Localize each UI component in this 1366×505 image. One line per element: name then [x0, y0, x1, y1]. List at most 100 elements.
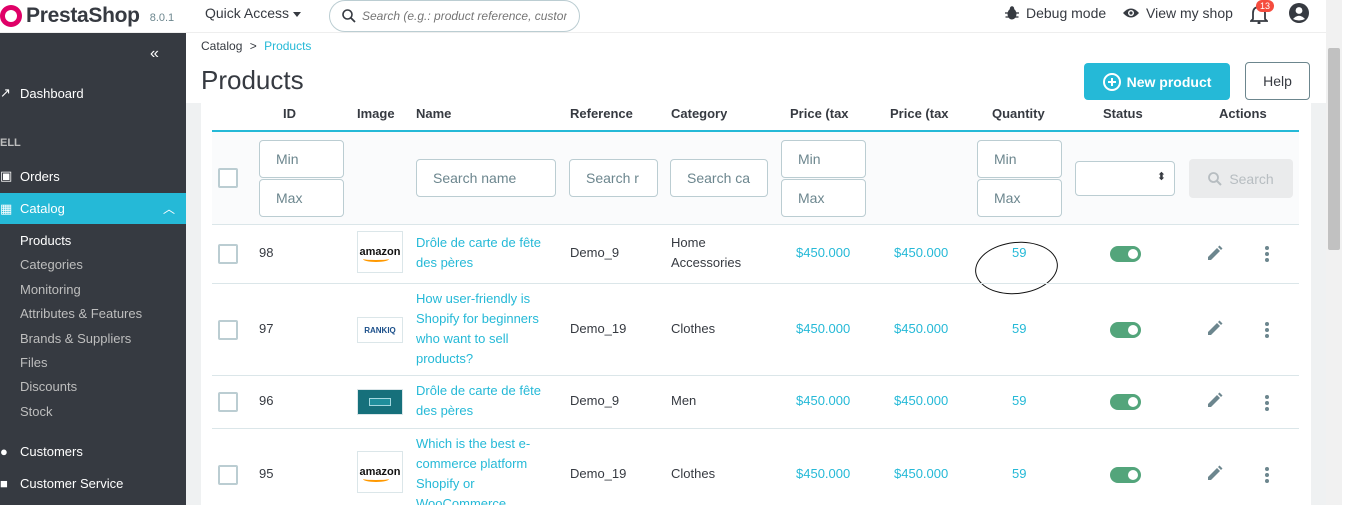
sidebar-item-customer-service[interactable]: ■ Customer Service	[0, 473, 186, 493]
edit-icon[interactable]	[1206, 392, 1223, 409]
row-divider	[212, 224, 1299, 225]
help-button[interactable]: Help	[1245, 62, 1310, 100]
sidebar-item-catalog[interactable]: ▦ Catalog ︿	[0, 193, 186, 224]
status-toggle[interactable]	[1110, 322, 1141, 338]
row-checkbox[interactable]	[218, 244, 238, 264]
col-header-reference[interactable]: Reference	[570, 106, 633, 122]
product-image[interactable]	[357, 389, 403, 415]
account-icon[interactable]	[1289, 3, 1309, 23]
sidebar-subitem-attributes[interactable]: Attributes & Features	[20, 306, 142, 321]
card-thumbnail	[369, 398, 391, 406]
name-filter[interactable]: Search name	[416, 159, 556, 197]
row-checkbox[interactable]	[218, 392, 238, 412]
quantity-min-filter[interactable]: Min	[977, 140, 1062, 178]
sidebar-item-label: Catalog	[20, 201, 65, 216]
row-price-incl[interactable]: $450.000	[894, 391, 948, 411]
col-header-price-excl[interactable]: Price (tax excl.)	[790, 106, 850, 122]
trend-icon: ↗	[0, 85, 11, 100]
search-icon	[342, 9, 356, 23]
category-filter[interactable]: Search ca	[670, 159, 768, 197]
name-line: products?	[416, 351, 474, 366]
status-toggle[interactable]	[1110, 394, 1141, 410]
price-max-filter[interactable]: Max	[781, 179, 866, 217]
new-product-button[interactable]: New product	[1084, 63, 1230, 100]
sidebar: « ↗ Dashboard ELL ▣ Orders ▦ Catalog ︿ Prod…	[0, 33, 186, 505]
sidebar-subitem-stock[interactable]: Stock	[20, 404, 53, 419]
row-price-incl[interactable]: $450.000	[894, 464, 948, 484]
more-actions-icon[interactable]	[1265, 246, 1269, 264]
sidebar-item-dashboard[interactable]: ↗ Dashboard	[0, 83, 186, 103]
status-toggle[interactable]	[1110, 467, 1141, 483]
product-image[interactable]: amazon	[357, 231, 403, 273]
row-quantity[interactable]: 59	[1012, 391, 1026, 411]
row-checkbox[interactable]	[218, 465, 238, 485]
global-search[interactable]	[329, 0, 580, 32]
sidebar-item-label: Customer Service	[20, 475, 124, 491]
more-actions-icon[interactable]	[1265, 395, 1269, 413]
row-reference: Demo_19	[570, 321, 627, 336]
name-line: who want to sell	[416, 331, 509, 346]
row-id: 96	[259, 393, 274, 408]
product-image[interactable]: RANKIQ	[357, 317, 403, 343]
quantity-max-filter[interactable]: Max	[977, 179, 1062, 217]
row-price-incl[interactable]: $450.000	[894, 243, 948, 263]
debug-mode-link[interactable]: Debug mode	[1004, 5, 1106, 21]
col-header-status[interactable]: Status	[1103, 106, 1143, 122]
edit-icon[interactable]	[1206, 320, 1223, 337]
search-button[interactable]: Search	[1189, 159, 1293, 198]
row-price-excl[interactable]: $450.000	[796, 243, 850, 263]
scrollbar-thumb[interactable]	[1328, 48, 1340, 250]
edit-icon[interactable]	[1206, 245, 1223, 262]
row-price-excl[interactable]: $450.000	[796, 464, 850, 484]
quick-access-menu[interactable]: Quick Access	[205, 5, 302, 21]
name-line: Shopify for beginners	[416, 311, 539, 326]
breadcrumb-products[interactable]: Products	[264, 39, 311, 53]
row-quantity[interactable]: 59	[1012, 319, 1026, 339]
row-price-excl[interactable]: $450.000	[796, 319, 850, 339]
col-header-id[interactable]: ID	[283, 106, 296, 122]
row-category: Clothes	[671, 466, 716, 481]
product-image[interactable]: amazon	[357, 451, 403, 493]
search-input[interactable]	[362, 9, 567, 23]
view-shop-link[interactable]: View my shop	[1122, 5, 1233, 21]
row-price-excl[interactable]: $450.000	[796, 391, 850, 411]
col-header-quantity[interactable]: Quantity	[992, 106, 1045, 122]
sidebar-subitem-categories[interactable]: Categories	[20, 257, 83, 272]
more-actions-icon[interactable]	[1265, 322, 1269, 340]
status-toggle[interactable]	[1110, 246, 1141, 262]
product-name-link[interactable]: How user-friendly is Shopify for beginner…	[416, 289, 539, 369]
id-min-filter[interactable]: Min	[259, 140, 344, 178]
col-header-category[interactable]: Category	[671, 106, 727, 122]
sidebar-subitem-brands[interactable]: Brands & Suppliers	[20, 331, 131, 346]
more-actions-icon[interactable]	[1265, 467, 1269, 485]
sidebar-subitem-files[interactable]: Files	[20, 355, 47, 370]
name-line: Shopify or	[416, 476, 475, 491]
col-header-price-incl[interactable]: Price (tax incl.)	[890, 106, 950, 122]
row-price-incl[interactable]: $450.000	[894, 319, 948, 339]
id-max-filter[interactable]: Max	[259, 179, 344, 217]
sidebar-subitem-discounts[interactable]: Discounts	[20, 379, 77, 394]
edit-icon[interactable]	[1206, 465, 1223, 482]
sidebar-item-customers[interactable]: ● Customers	[0, 441, 186, 461]
sidebar-item-label: Orders	[20, 168, 60, 184]
top-bar: PrestaShop 8.0.1 Quick Access Debug mode…	[0, 0, 1326, 33]
sidebar-subitem-products[interactable]: Products	[20, 233, 71, 248]
product-name-link[interactable]: Which is the best e-commerce platform Sho…	[416, 434, 530, 505]
col-header-name[interactable]: Name	[416, 106, 451, 122]
sidebar-subitem-monitoring[interactable]: Monitoring	[20, 282, 81, 297]
sidebar-item-orders[interactable]: ▣ Orders	[0, 166, 186, 186]
breadcrumb: Catalog > Products	[201, 39, 311, 53]
brand-logo[interactable]: PrestaShop 8.0.1	[0, 2, 174, 30]
row-checkbox[interactable]	[218, 320, 238, 340]
reference-filter[interactable]: Search r	[569, 159, 658, 197]
debug-mode-label: Debug mode	[1026, 5, 1107, 21]
breadcrumb-catalog[interactable]: Catalog	[201, 39, 242, 53]
collapse-sidebar-icon[interactable]: «	[150, 45, 159, 63]
product-name-link[interactable]: Drôle de carte de fête des pères	[416, 381, 541, 421]
select-all-checkbox[interactable]	[218, 168, 238, 188]
row-quantity[interactable]: 59	[1012, 464, 1026, 484]
brand-name: PrestaShop	[26, 4, 140, 27]
product-name-link[interactable]: Drôle de carte de fête des pères	[416, 233, 541, 273]
price-min-filter[interactable]: Min	[781, 140, 866, 178]
status-filter-select[interactable]	[1075, 161, 1175, 196]
